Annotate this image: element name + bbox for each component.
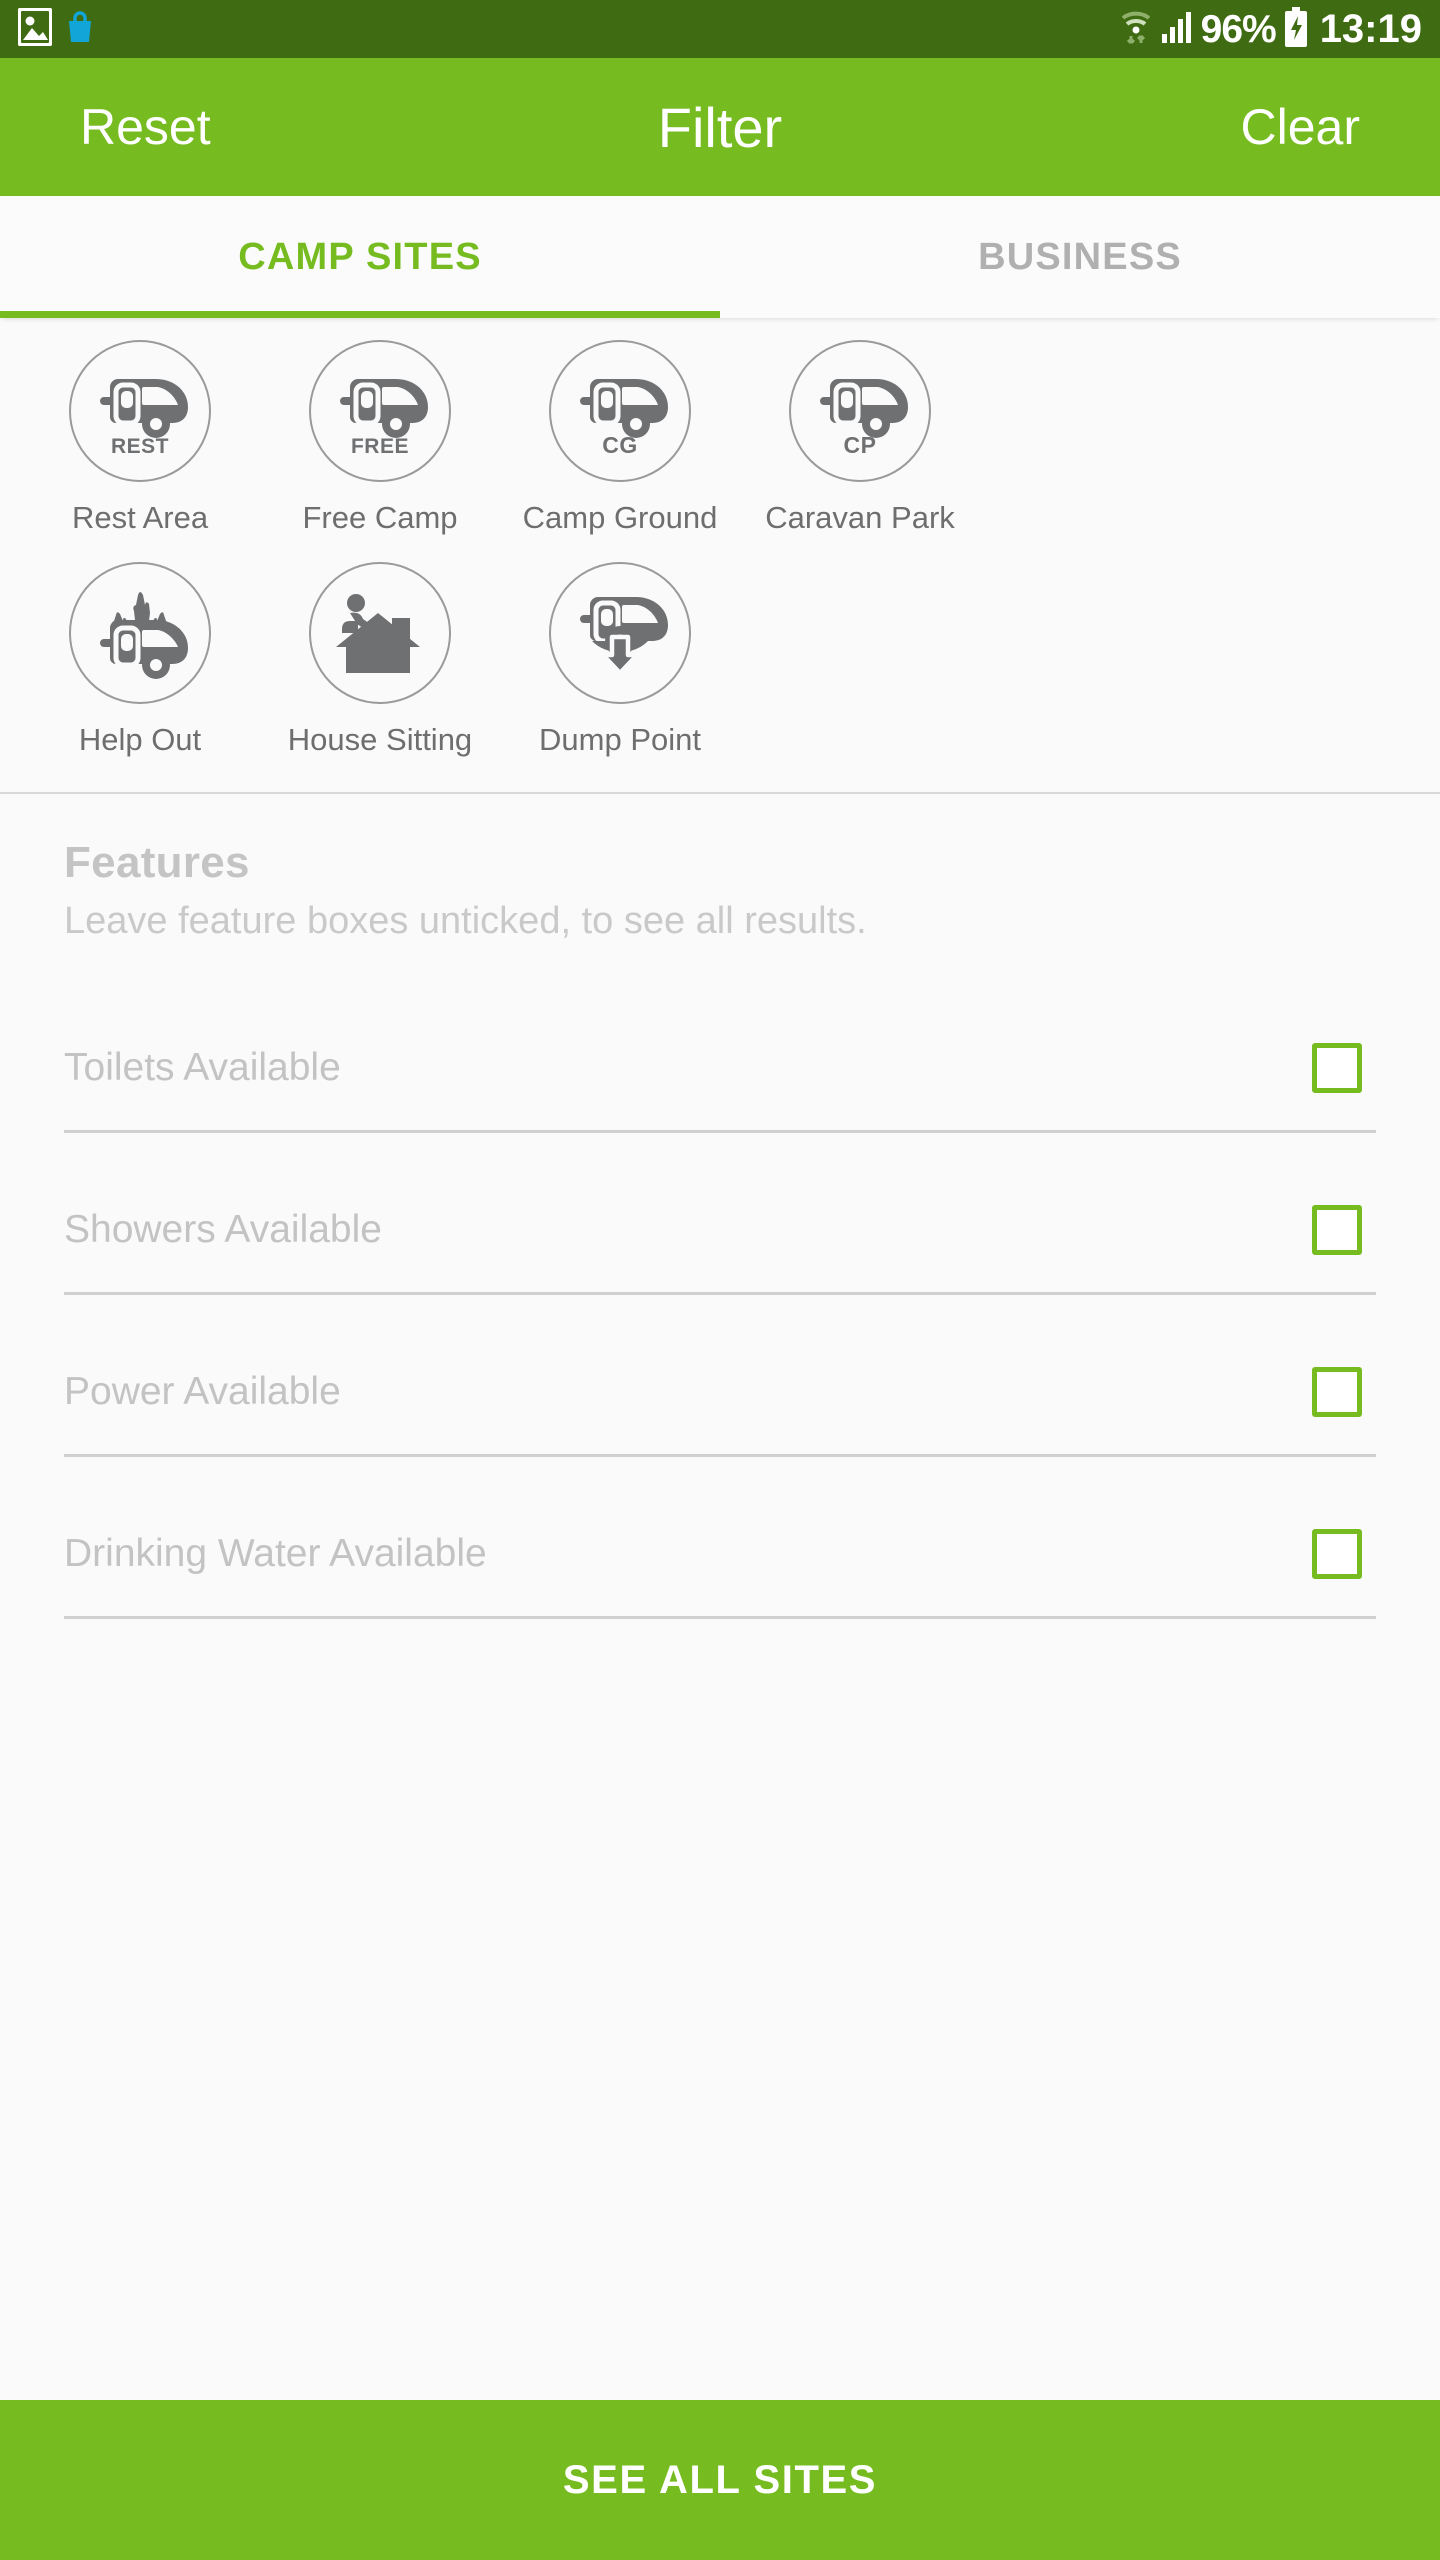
feature-row-showers[interactable]: Showers Available (64, 1167, 1376, 1295)
svg-text:CP: CP (844, 432, 877, 458)
category-grid: REST Rest Area FREE Free Camp CG Camp Gr… (0, 318, 1440, 794)
category-help-out[interactable]: Help Out (40, 562, 240, 758)
category-label: House Sitting (287, 722, 473, 757)
battery-charging-icon (1283, 6, 1309, 52)
caravan-cg-icon: CG (549, 340, 691, 482)
reset-button[interactable]: Reset (68, 98, 223, 156)
features-subtitle: Leave feature boxes unticked, to see all… (64, 900, 867, 942)
image-icon (17, 6, 53, 51)
app-header: Reset Filter Clear (0, 58, 1440, 196)
category-rest-area[interactable]: REST Rest Area (40, 340, 240, 536)
clock-label: 13:19 (1319, 7, 1422, 51)
shopping-bag-icon (66, 10, 94, 49)
category-label: Dump Point (539, 722, 701, 757)
row-spacer (64, 1133, 1376, 1167)
tab-camp-sites[interactable]: CAMP SITES (0, 196, 720, 318)
caravan-rest-icon: REST (69, 340, 211, 482)
category-label: Help Out (78, 722, 202, 757)
feature-row-toilets[interactable]: Toilets Available (64, 1005, 1376, 1133)
feature-label: Power Available (64, 1369, 341, 1413)
features-list: Toilets Available Showers Available Powe… (64, 1005, 1376, 1619)
caravan-free-icon: FREE (309, 340, 451, 482)
toilets-available-checkbox[interactable] (1312, 1042, 1362, 1093)
category-dump-point[interactable]: Dump Point (520, 562, 720, 758)
clear-button[interactable]: Clear (1229, 98, 1372, 156)
category-label: Free Camp (302, 500, 458, 535)
feature-row-power[interactable]: Power Available (64, 1329, 1376, 1457)
category-caravan-park[interactable]: CP Caravan Park (760, 340, 960, 536)
see-all-sites-button[interactable]: SEE ALL SITES (0, 2400, 1440, 2560)
wifi-icon (1119, 5, 1153, 54)
svg-text:FREE: FREE (351, 435, 409, 458)
category-row-2: Help Out House Sitting Dump Point (0, 562, 1440, 758)
category-label: Rest Area (71, 500, 209, 535)
feature-row-drinking-water[interactable]: Drinking Water Available (64, 1491, 1376, 1619)
caravan-cp-icon: CP (789, 340, 931, 482)
row-spacer (64, 1457, 1376, 1491)
category-free-camp[interactable]: FREE Free Camp (280, 340, 480, 536)
see-all-sites-label: SEE ALL SITES (562, 2457, 878, 2502)
tab-bar: CAMP SITES BUSINESS (0, 196, 1440, 318)
feature-label: Showers Available (64, 1207, 382, 1251)
battery-percent-label: 96% (1200, 7, 1277, 51)
tab-camp-sites-label: CAMP SITES (238, 235, 482, 278)
showers-available-checkbox[interactable] (1312, 1204, 1362, 1255)
category-camp-ground[interactable]: CG Camp Ground (520, 340, 720, 536)
filter-screen: 96% 13:19 Reset Filter Clear CAMP SITES … (0, 0, 1440, 2560)
category-house-sitting[interactable]: House Sitting (280, 562, 480, 758)
row-spacer (64, 1295, 1376, 1329)
tab-business-label: BUSINESS (978, 235, 1182, 278)
helping-hands-caravan-icon (69, 562, 211, 704)
person-on-house-icon (309, 562, 451, 704)
tab-business[interactable]: BUSINESS (720, 196, 1440, 318)
svg-text:CG: CG (602, 432, 638, 458)
caravan-down-arrow-icon (549, 562, 691, 704)
signal-icon (1160, 10, 1194, 49)
feature-label: Toilets Available (64, 1045, 341, 1089)
features-section: Features Leave feature boxes unticked, t… (0, 794, 1440, 2400)
status-bar-right-icons: 96% 13:19 (1119, 5, 1422, 54)
status-bar: 96% 13:19 (0, 0, 1440, 58)
category-row-1: REST Rest Area FREE Free Camp CG Camp Gr… (0, 340, 1440, 536)
drinking-water-available-checkbox[interactable] (1312, 1528, 1362, 1579)
feature-label: Drinking Water Available (64, 1531, 487, 1575)
features-heading: Features (64, 838, 250, 887)
svg-text:REST: REST (111, 435, 169, 458)
power-available-checkbox[interactable] (1312, 1366, 1362, 1417)
category-label: Camp Ground (522, 500, 718, 535)
status-bar-left-icons (17, 6, 94, 51)
category-label: Caravan Park (765, 500, 955, 535)
